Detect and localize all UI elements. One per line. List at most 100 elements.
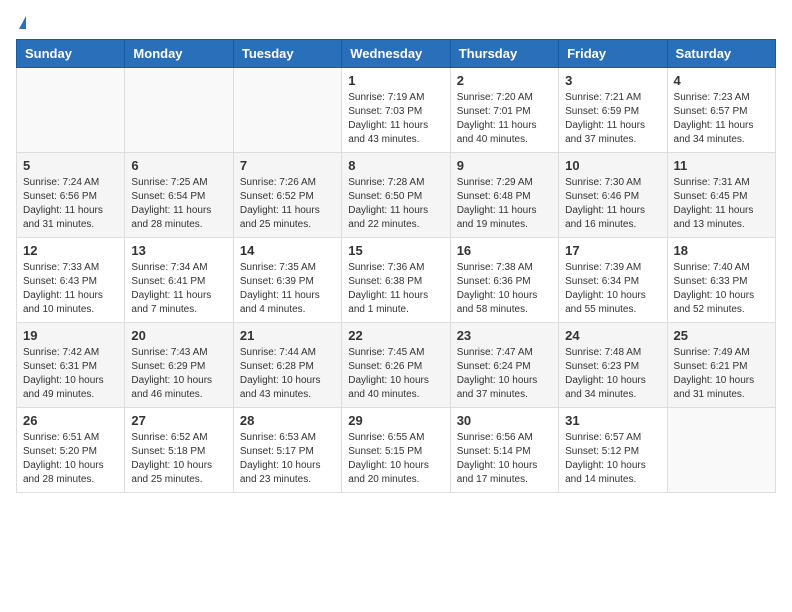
day-number: 14 xyxy=(240,243,335,258)
day-info: Sunrise: 7:35 AM Sunset: 6:39 PM Dayligh… xyxy=(240,261,335,317)
calendar-cell xyxy=(17,68,125,153)
calendar-cell xyxy=(233,68,341,153)
logo xyxy=(16,16,26,27)
calendar-cell: 1Sunrise: 7:19 AM Sunset: 7:03 PM Daylig… xyxy=(342,68,450,153)
day-number: 25 xyxy=(674,328,769,343)
day-number: 18 xyxy=(674,243,769,258)
calendar-cell: 4 Sunrise: 7:23 AM Sunset: 6:57 PM Daylig… xyxy=(667,68,775,153)
day-header-sunday: Sunday xyxy=(17,40,125,68)
calendar-week-row: 1Sunrise: 7:19 AM Sunset: 7:03 PM Daylig… xyxy=(17,68,776,153)
day-number: 17 xyxy=(565,243,660,258)
calendar-cell: 8Sunrise: 7:28 AM Sunset: 6:50 PM Daylig… xyxy=(342,153,450,238)
day-header-monday: Monday xyxy=(125,40,233,68)
day-number: 2 xyxy=(457,73,552,88)
page-header xyxy=(16,16,776,27)
day-number: 3 xyxy=(565,73,660,88)
calendar-cell: 24 Sunrise: 7:48 AM Sunset: 6:23 PM Dayli… xyxy=(559,323,667,408)
calendar-cell: 21Sunrise: 7:44 AM Sunset: 6:28 PM Dayli… xyxy=(233,323,341,408)
calendar-cell: 19Sunrise: 7:42 AM Sunset: 6:31 PM Dayli… xyxy=(17,323,125,408)
calendar-table: SundayMondayTuesdayWednesdayThursdayFrid… xyxy=(16,39,776,493)
day-number: 12 xyxy=(23,243,118,258)
calendar-cell: 14 Sunrise: 7:35 AM Sunset: 6:39 PM Dayli… xyxy=(233,238,341,323)
day-number: 7 xyxy=(240,158,335,173)
calendar-cell: 20 Sunrise: 7:43 AM Sunset: 6:29 PM Dayli… xyxy=(125,323,233,408)
calendar-cell: 30 Sunrise: 6:56 AM Sunset: 5:14 PM Dayli… xyxy=(450,408,558,493)
day-info: Sunrise: 7:25 AM Sunset: 6:54 PM Dayligh… xyxy=(131,176,226,232)
calendar-cell: 25Sunrise: 7:49 AM Sunset: 6:21 PM Dayli… xyxy=(667,323,775,408)
day-number: 22 xyxy=(348,328,443,343)
day-info: Sunrise: 7:28 AM Sunset: 6:50 PM Dayligh… xyxy=(348,176,443,232)
calendar-week-row: 26Sunrise: 6:51 AM Sunset: 5:20 PM Dayli… xyxy=(17,408,776,493)
day-info: Sunrise: 7:40 AM Sunset: 6:33 PM Dayligh… xyxy=(674,261,769,317)
day-info: Sunrise: 7:36 AM Sunset: 6:38 PM Dayligh… xyxy=(348,261,443,317)
day-number: 29 xyxy=(348,413,443,428)
calendar-cell: 6 Sunrise: 7:25 AM Sunset: 6:54 PM Daylig… xyxy=(125,153,233,238)
day-number: 24 xyxy=(565,328,660,343)
calendar-cell: 2 Sunrise: 7:20 AM Sunset: 7:01 PM Daylig… xyxy=(450,68,558,153)
calendar-cell xyxy=(667,408,775,493)
day-info: Sunrise: 7:48 AM Sunset: 6:23 PM Dayligh… xyxy=(565,346,660,402)
day-number: 16 xyxy=(457,243,552,258)
day-info: Sunrise: 7:31 AM Sunset: 6:45 PM Dayligh… xyxy=(674,176,769,232)
day-info: Sunrise: 7:24 AM Sunset: 6:56 PM Dayligh… xyxy=(23,176,118,232)
logo-icon xyxy=(19,16,26,29)
calendar-cell: 12 Sunrise: 7:33 AM Sunset: 6:43 PM Dayli… xyxy=(17,238,125,323)
calendar-cell: 17Sunrise: 7:39 AM Sunset: 6:34 PM Dayli… xyxy=(559,238,667,323)
day-info: Sunrise: 7:21 AM Sunset: 6:59 PM Dayligh… xyxy=(565,91,660,147)
day-header-friday: Friday xyxy=(559,40,667,68)
day-info: Sunrise: 7:20 AM Sunset: 7:01 PM Dayligh… xyxy=(457,91,552,147)
calendar-cell: 18 Sunrise: 7:40 AM Sunset: 6:33 PM Dayli… xyxy=(667,238,775,323)
day-info: Sunrise: 6:56 AM Sunset: 5:14 PM Dayligh… xyxy=(457,431,552,487)
day-number: 9 xyxy=(457,158,552,173)
calendar-cell xyxy=(125,68,233,153)
day-info: Sunrise: 7:45 AM Sunset: 6:26 PM Dayligh… xyxy=(348,346,443,402)
calendar-cell: 16 Sunrise: 7:38 AM Sunset: 6:36 PM Dayli… xyxy=(450,238,558,323)
calendar-cell: 13 Sunrise: 7:34 AM Sunset: 6:41 PM Dayli… xyxy=(125,238,233,323)
calendar-cell: 29 Sunrise: 6:55 AM Sunset: 5:15 PM Dayli… xyxy=(342,408,450,493)
day-header-tuesday: Tuesday xyxy=(233,40,341,68)
calendar-cell: 23 Sunrise: 7:47 AM Sunset: 6:24 PM Dayli… xyxy=(450,323,558,408)
day-number: 27 xyxy=(131,413,226,428)
calendar-cell: 22 Sunrise: 7:45 AM Sunset: 6:26 PM Dayli… xyxy=(342,323,450,408)
day-info: Sunrise: 7:19 AM Sunset: 7:03 PM Dayligh… xyxy=(348,91,443,147)
calendar-cell: 27Sunrise: 6:52 AM Sunset: 5:18 PM Dayli… xyxy=(125,408,233,493)
day-info: Sunrise: 7:30 AM Sunset: 6:46 PM Dayligh… xyxy=(565,176,660,232)
calendar-header-row: SundayMondayTuesdayWednesdayThursdayFrid… xyxy=(17,40,776,68)
day-header-thursday: Thursday xyxy=(450,40,558,68)
day-number: 4 xyxy=(674,73,769,88)
day-info: Sunrise: 6:55 AM Sunset: 5:15 PM Dayligh… xyxy=(348,431,443,487)
day-number: 23 xyxy=(457,328,552,343)
day-info: Sunrise: 7:47 AM Sunset: 6:24 PM Dayligh… xyxy=(457,346,552,402)
day-info: Sunrise: 7:33 AM Sunset: 6:43 PM Dayligh… xyxy=(23,261,118,317)
calendar-cell: 31Sunrise: 6:57 AM Sunset: 5:12 PM Dayli… xyxy=(559,408,667,493)
calendar-cell: 7 Sunrise: 7:26 AM Sunset: 6:52 PM Daylig… xyxy=(233,153,341,238)
day-info: Sunrise: 6:53 AM Sunset: 5:17 PM Dayligh… xyxy=(240,431,335,487)
day-number: 30 xyxy=(457,413,552,428)
day-number: 11 xyxy=(674,158,769,173)
day-number: 15 xyxy=(348,243,443,258)
day-info: Sunrise: 7:38 AM Sunset: 6:36 PM Dayligh… xyxy=(457,261,552,317)
calendar-cell: 9 Sunrise: 7:29 AM Sunset: 6:48 PM Daylig… xyxy=(450,153,558,238)
calendar-week-row: 5Sunrise: 7:24 AM Sunset: 6:56 PM Daylig… xyxy=(17,153,776,238)
day-header-saturday: Saturday xyxy=(667,40,775,68)
day-info: Sunrise: 7:43 AM Sunset: 6:29 PM Dayligh… xyxy=(131,346,226,402)
day-number: 13 xyxy=(131,243,226,258)
day-number: 21 xyxy=(240,328,335,343)
calendar-cell: 28 Sunrise: 6:53 AM Sunset: 5:17 PM Dayli… xyxy=(233,408,341,493)
day-info: Sunrise: 7:26 AM Sunset: 6:52 PM Dayligh… xyxy=(240,176,335,232)
calendar-week-row: 19Sunrise: 7:42 AM Sunset: 6:31 PM Dayli… xyxy=(17,323,776,408)
day-number: 6 xyxy=(131,158,226,173)
day-header-wednesday: Wednesday xyxy=(342,40,450,68)
calendar-week-row: 12 Sunrise: 7:33 AM Sunset: 6:43 PM Dayli… xyxy=(17,238,776,323)
day-number: 19 xyxy=(23,328,118,343)
calendar-cell: 26Sunrise: 6:51 AM Sunset: 5:20 PM Dayli… xyxy=(17,408,125,493)
day-number: 20 xyxy=(131,328,226,343)
day-info: Sunrise: 7:23 AM Sunset: 6:57 PM Dayligh… xyxy=(674,91,769,147)
calendar-cell: 11 Sunrise: 7:31 AM Sunset: 6:45 PM Dayli… xyxy=(667,153,775,238)
day-number: 31 xyxy=(565,413,660,428)
day-number: 10 xyxy=(565,158,660,173)
day-info: Sunrise: 7:34 AM Sunset: 6:41 PM Dayligh… xyxy=(131,261,226,317)
day-number: 28 xyxy=(240,413,335,428)
day-number: 26 xyxy=(23,413,118,428)
day-info: Sunrise: 7:29 AM Sunset: 6:48 PM Dayligh… xyxy=(457,176,552,232)
